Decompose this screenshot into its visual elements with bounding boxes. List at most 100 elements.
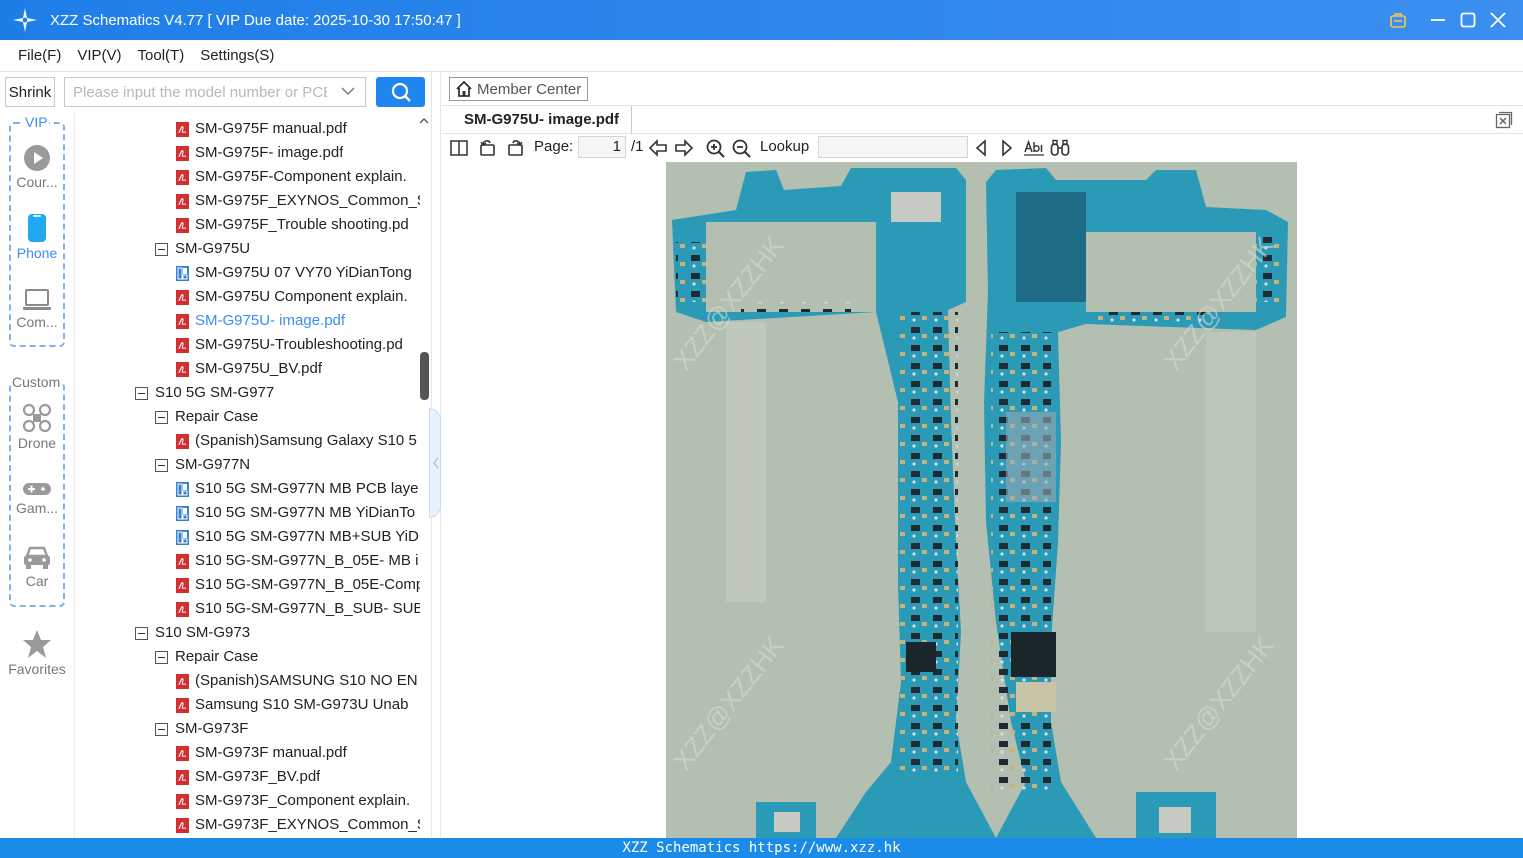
star-icon: [23, 630, 51, 658]
tree-item-label: Repair Case: [175, 648, 259, 665]
minimize-icon[interactable]: [1426, 8, 1450, 32]
tree-file[interactable]: (Spanish)Samsung Galaxy S10 5: [176, 429, 420, 453]
page-number-input[interactable]: 1: [578, 136, 626, 158]
tree-file[interactable]: SM-G975U Component explain.: [176, 285, 420, 309]
tree-item-label: S10 5G-SM-G977N_B_05E- MB i: [195, 552, 419, 569]
category-game[interactable]: Gam...: [0, 480, 74, 516]
tree-file[interactable]: S10 5G-SM-G977N_B_05E-Comp: [176, 573, 420, 597]
pdf-icon: [176, 697, 189, 713]
tree-file[interactable]: SM-G973F manual.pdf: [176, 741, 420, 765]
tree-file[interactable]: SM-G975F manual.pdf: [176, 117, 420, 141]
match-case-icon[interactable]: [1024, 139, 1044, 157]
collapse-icon[interactable]: [155, 242, 168, 256]
lookup-input[interactable]: [818, 136, 968, 158]
tree-file[interactable]: SM-G975F_Trouble shooting.pd: [176, 213, 420, 237]
tree-file[interactable]: S10 5G SM-G977N MB YiDianTo: [176, 501, 420, 525]
page-label: Page:: [534, 138, 574, 155]
toggle-sidebar-icon[interactable]: [450, 139, 468, 157]
menu-settings[interactable]: Settings(S): [200, 47, 274, 64]
category-phone[interactable]: Phone: [0, 213, 74, 261]
pdf-icon: [176, 769, 189, 785]
category-label: Cour...: [16, 174, 58, 190]
pcb-icon: [176, 265, 189, 281]
tree-folder[interactable]: SM-G973F: [155, 717, 420, 741]
tree-file[interactable]: SM-G975U_BV.pdf: [176, 357, 420, 381]
tree-item-label: S10 5G SM-G977N MB PCB laye: [195, 480, 419, 497]
collapse-icon[interactable]: [155, 458, 168, 472]
tree-file[interactable]: S10 5G SM-G977N MB+SUB YiD: [176, 525, 420, 549]
binoculars-icon[interactable]: [1050, 139, 1070, 157]
tree-file[interactable]: S10 5G-SM-G977N_B_05E- MB i: [176, 549, 420, 573]
tree-item-label: SM-G975U- image.pdf: [195, 312, 346, 329]
tree-file[interactable]: SM-G975U-Troubleshooting.pd: [176, 333, 420, 357]
tree-file[interactable]: SM-G973F_Component explain.: [176, 789, 420, 813]
next-page-icon[interactable]: [674, 139, 694, 157]
tree-folder[interactable]: Repair Case: [155, 405, 420, 429]
tree-item-label: SM-G975F_EXYNOS_Common_S: [195, 192, 420, 209]
tree-file[interactable]: SM-G975U 07 VY70 YiDianTong: [176, 261, 420, 285]
menu-vip[interactable]: VIP(V): [77, 47, 121, 64]
category-favorites[interactable]: Favorites: [0, 629, 74, 677]
shrink-button[interactable]: Shrink: [5, 77, 55, 107]
tree-file[interactable]: SM-G973F_BV.pdf: [176, 765, 420, 789]
pdf-toolbar: Page: 1 /1 Lookup: [442, 134, 1523, 162]
previous-page-icon[interactable]: [648, 139, 668, 157]
pdf-icon: [176, 361, 189, 377]
zoom-in-icon[interactable]: [706, 139, 725, 158]
close-all-tabs-icon[interactable]: [1495, 111, 1513, 129]
model-search-combobox[interactable]: [64, 77, 366, 107]
pdf-viewer[interactable]: XZZ@XZZHK XZZ@XZZHK XZZ@XZZHK XZZ@XZZHK: [442, 162, 1523, 838]
category-courses[interactable]: Cour...: [0, 144, 74, 190]
search-button[interactable]: [376, 77, 425, 107]
rotate-right-icon[interactable]: [506, 139, 524, 157]
tree-file[interactable]: Samsung S10 SM-G973U Unab: [176, 693, 420, 717]
category-label: Com...: [16, 314, 58, 330]
zoom-out-icon[interactable]: [732, 139, 751, 158]
search-input[interactable]: [65, 78, 327, 106]
menu-file[interactable]: File(F): [18, 47, 61, 64]
rotate-left-icon[interactable]: [479, 139, 497, 157]
tree-item-label: S10 5G-SM-G977N_B_05E-Comp: [195, 576, 420, 593]
category-car[interactable]: Car: [0, 545, 74, 589]
tree-file[interactable]: S10 5G-SM-G977N_B_SUB- SUB: [176, 597, 420, 621]
category-drone[interactable]: Drone: [0, 403, 74, 451]
collapse-icon[interactable]: [155, 650, 168, 664]
maximize-icon[interactable]: [1456, 8, 1480, 32]
tree-folder[interactable]: S10 5G SM-G977: [135, 381, 420, 405]
find-previous-icon[interactable]: [974, 139, 988, 157]
tree-folder[interactable]: Repair Case: [155, 645, 420, 669]
find-next-icon[interactable]: [1000, 139, 1014, 157]
skin-icon[interactable]: [1386, 8, 1410, 32]
collapse-icon[interactable]: [135, 386, 148, 400]
tree-scrollbar-thumb[interactable]: [420, 352, 429, 400]
tree-file[interactable]: SM-G975F_EXYNOS_Common_S: [176, 189, 420, 213]
tree-folder[interactable]: S10 SM-G973: [135, 621, 420, 645]
tree-file[interactable]: SM-G975U- image.pdf: [176, 309, 420, 333]
tree-file[interactable]: SM-G973F_EXYNOS_Common_S: [176, 813, 420, 837]
tree-item-label: SM-G977N: [175, 456, 251, 473]
close-icon[interactable]: [1486, 8, 1510, 32]
menu-tool[interactable]: Tool(T): [138, 47, 185, 64]
member-center-button[interactable]: Member Center: [449, 77, 588, 101]
car-icon: [24, 546, 50, 569]
collapse-handle[interactable]: [429, 408, 441, 518]
tree-item-label: SM-G975U 07 VY70 YiDianTong: [195, 264, 412, 281]
chevron-down-icon[interactable]: [341, 86, 355, 96]
scroll-up-icon[interactable]: [418, 116, 430, 126]
tree-file[interactable]: (Spanish)SAMSUNG S10 NO EN: [176, 669, 420, 693]
pdf-icon: [176, 577, 189, 593]
laptop-icon: [23, 289, 51, 310]
tree-folder[interactable]: SM-G975U: [155, 237, 420, 261]
collapse-icon[interactable]: [135, 626, 148, 640]
tab-active-document[interactable]: SM-G975U- image.pdf: [452, 106, 633, 134]
tree-item-label: SM-G975F manual.pdf: [195, 120, 347, 137]
pdf-icon: [176, 337, 189, 353]
tree-folder[interactable]: SM-G977N: [155, 453, 420, 477]
collapse-icon[interactable]: [155, 410, 168, 424]
tree-file[interactable]: SM-G975F-Component explain.: [176, 165, 420, 189]
tree-file[interactable]: S10 5G SM-G977N MB PCB laye: [176, 477, 420, 501]
tree-file[interactable]: SM-G975F- image.pdf: [176, 141, 420, 165]
pdf-icon: [176, 121, 189, 137]
category-computer[interactable]: Com...: [0, 288, 74, 330]
collapse-icon[interactable]: [155, 722, 168, 736]
